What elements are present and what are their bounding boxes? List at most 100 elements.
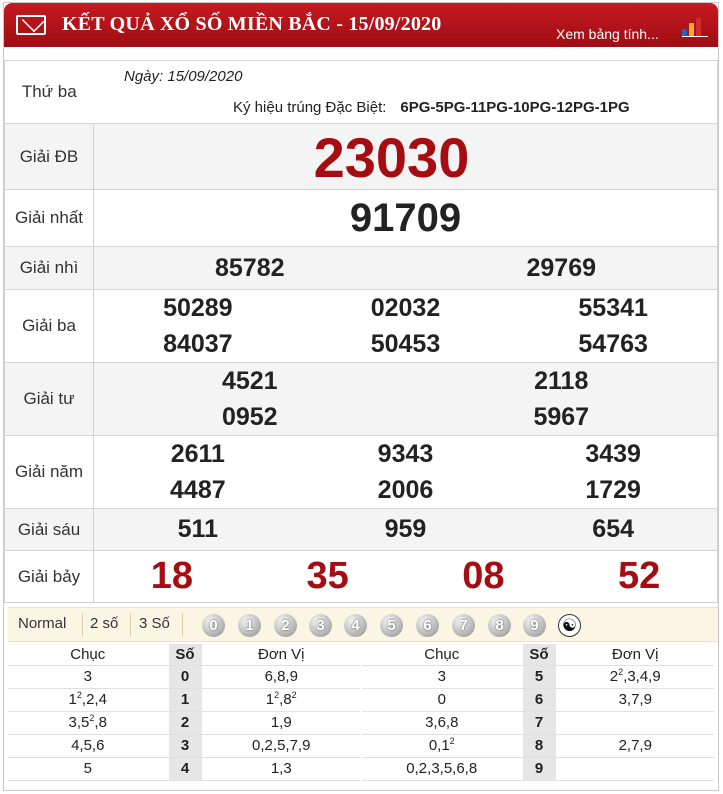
prize-number: 02032: [370, 293, 441, 322]
prize-number: 511: [177, 515, 218, 543]
prize-row-5: Giải năm 2611 9343 3439 4487 2006 1729: [4, 435, 718, 509]
loto-row: 0,12 8 2,7,9: [362, 734, 714, 758]
weekday-label: Thứ ba: [4, 60, 94, 124]
tab-2-so[interactable]: 2 số: [90, 615, 118, 632]
prize-number: 84037: [163, 329, 233, 358]
loto-donvi: 1,9: [202, 711, 360, 735]
loto-header-row: Chục Số Đơn Vị: [8, 644, 360, 666]
prize-number: 18: [150, 555, 194, 597]
loto-donvi: 3,7,9: [556, 688, 714, 712]
digit-ball-0[interactable]: 0: [202, 614, 225, 637]
prize-number: 54763: [578, 329, 648, 358]
prize-label: Giải ba: [4, 289, 94, 363]
prize-number: 0952: [221, 402, 278, 431]
loto-so: 1: [167, 688, 203, 712]
loto-chuc: 3,6,8: [362, 711, 522, 735]
col-so-header: Số: [521, 644, 557, 666]
tab-divider: [130, 613, 131, 636]
prize-label: Giải nhì: [4, 246, 94, 290]
results-panel: KẾT QUẢ XỔ SỐ MIỀN BẮC - 15/09/2020 Xem …: [3, 2, 719, 791]
prize-row-4: Giải tư 4521 2118 0952 5967: [4, 362, 718, 436]
digit-ball-3[interactable]: 3: [309, 614, 332, 637]
prize-number: 55341: [578, 293, 648, 322]
digit-ball-2[interactable]: 2: [274, 614, 297, 637]
loto-chuc: 5: [8, 757, 168, 781]
tab-3-so[interactable]: 3 Số: [139, 615, 170, 632]
prize-number: 29769: [526, 253, 597, 282]
prize-label: Giải ĐB: [4, 123, 94, 190]
draw-date: Ngày: 15/09/2020: [124, 68, 243, 85]
loto-chuc: 3: [362, 665, 522, 689]
results-header: KẾT QUẢ XỔ SỐ MIỀN BẮC - 15/09/2020 Xem …: [4, 3, 718, 47]
yin-yang-icon[interactable]: ☯: [558, 614, 581, 637]
digit-ball-1[interactable]: 1: [238, 614, 261, 637]
loto-chuc: 3,52,8: [8, 711, 168, 735]
prize-number: 959: [384, 515, 427, 543]
prize-label: Giải nhất: [4, 189, 94, 247]
prize-number: 52: [617, 555, 661, 597]
loto-chuc: 0,2,3,5,6,8: [362, 757, 522, 781]
loto-chuc: 3: [8, 665, 168, 689]
tab-divider: [182, 613, 183, 636]
loto-so: 4: [167, 757, 203, 781]
prize-number: 91709: [349, 195, 462, 240]
prize-row-db: Giải ĐB 23030: [4, 123, 718, 190]
digit-ball-4[interactable]: 4: [344, 614, 367, 637]
results-table: Thứ ba Giải ĐB 23030 Giải nhất 91709 Giả…: [4, 60, 718, 603]
prize-row-1: Giải nhất 91709: [4, 189, 718, 247]
prize-label: Giải bảy: [4, 550, 94, 603]
loto-row: 3 0 6,8,9: [8, 665, 360, 689]
loto-chuc: 4,5,6: [8, 734, 168, 758]
prize-number: 3439: [585, 439, 641, 468]
loto-donvi: 1,3: [202, 757, 360, 781]
prize-number: 5967: [533, 402, 590, 431]
loto-donvi: 22,3,4,9: [556, 665, 714, 689]
loto-so: 2: [167, 711, 203, 735]
loto-donvi: 2,7,9: [556, 734, 714, 758]
loto-row: 3 5 22,3,4,9: [362, 665, 714, 689]
loto-so: 0: [167, 665, 203, 689]
col-donvi-header: Đơn Vị: [202, 644, 360, 666]
tab-normal[interactable]: Normal: [18, 615, 66, 632]
prize-row-3: Giải ba 50289 02032 55341 84037 50453 54…: [4, 289, 718, 363]
prize-number: 2118: [534, 366, 589, 395]
bar-chart-icon[interactable]: [682, 17, 708, 37]
loto-row: 3,52,8 2 1,9: [8, 711, 360, 735]
prize-number: 85782: [214, 253, 285, 282]
prize-number: 50453: [370, 329, 441, 358]
digit-ball-6[interactable]: 6: [416, 614, 439, 637]
digit-ball-7[interactable]: 7: [452, 614, 475, 637]
prize-row-2: Giải nhì 85782 29769: [4, 246, 718, 290]
prize-number: 2611: [170, 439, 225, 468]
loto-donvi: 12,82: [202, 688, 360, 712]
view-table-link[interactable]: Xem bảng tính...: [556, 26, 659, 42]
loto-row: 0 6 3,7,9: [362, 688, 714, 712]
prize-label: Giải sáu: [4, 508, 94, 551]
prize-number: 4521: [221, 366, 278, 395]
digit-ball-8[interactable]: 8: [488, 614, 511, 637]
prize-row-6: Giải sáu 511 959 654: [4, 508, 718, 551]
special-code: Ký hiệu trúng Đặc Biệt: 6PG-5PG-11PG-10PG…: [233, 99, 630, 116]
loto-so: 9: [521, 757, 557, 781]
loto-so: 3: [167, 734, 203, 758]
digit-ball-5[interactable]: 5: [380, 614, 403, 637]
display-mode-bar: Normal 2 số 3 Số 0 1 2 3 4 5 6 7 8 9 ☯: [8, 607, 718, 642]
loto-chuc: 0,12: [362, 734, 522, 758]
prize-label: Giải năm: [4, 435, 94, 509]
loto-row: 4,5,6 3 0,2,5,7,9: [8, 734, 360, 758]
loto-table-left: Chục Số Đơn Vị 3 0 6,8,9 12,2,4 1 12,82 3,52…: [8, 644, 360, 781]
loto-donvi: [556, 757, 714, 781]
digit-ball-9[interactable]: 9: [523, 614, 546, 637]
special-code-value: 6PG-5PG-11PG-10PG-12PG-1PG: [400, 99, 630, 116]
loto-so: 6: [521, 688, 557, 712]
loto-so: 8: [521, 734, 557, 758]
loto-table-right: Chục Số Đơn Vị 3 5 22,3,4,9 0 6 3,7,9 3,6,8 7…: [362, 644, 714, 781]
loto-so: 5: [521, 665, 557, 689]
loto-row: 5 4 1,3: [8, 757, 360, 781]
col-chuc-header: Chục: [362, 644, 522, 666]
prize-number: 4487: [170, 475, 226, 504]
prize-number: 50289: [163, 293, 233, 322]
mail-icon: [16, 15, 46, 35]
prize-number: 23030: [313, 125, 470, 189]
col-donvi-header: Đơn Vị: [556, 644, 714, 666]
